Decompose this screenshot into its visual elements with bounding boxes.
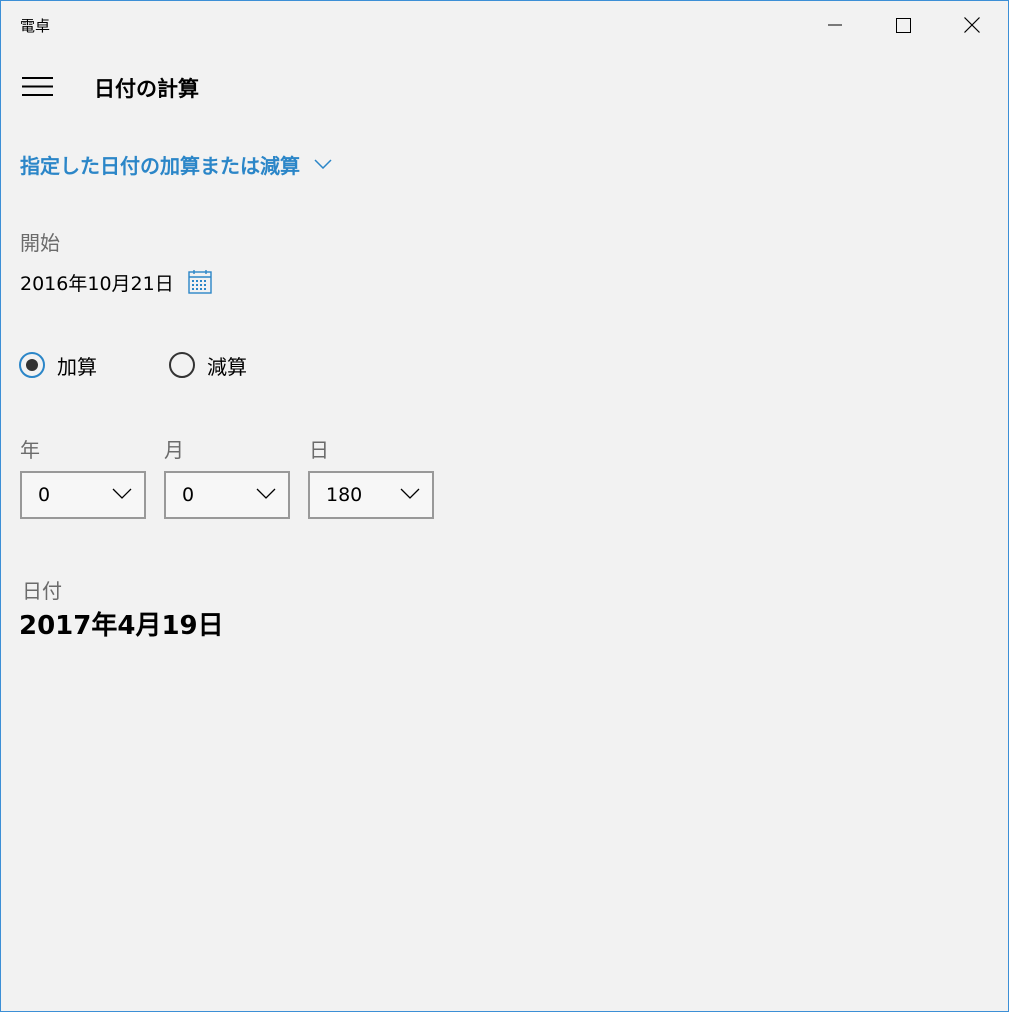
title-bar: 電卓 (1, 1, 1008, 49)
calculator-window: 電卓 日付の計算 指定した日付の加算または減算 開始 2016年10月21日 加… (0, 0, 1009, 1012)
result-label: 日付 (22, 579, 62, 603)
months-label: 月 (164, 438, 184, 462)
chevron-down-icon (314, 159, 332, 169)
page-title: 日付の計算 (94, 77, 199, 101)
calendar-button[interactable] (186, 268, 214, 296)
mode-label: 指定した日付の加算または減算 (20, 153, 300, 178)
start-date-value: 2016年10月21日 (20, 272, 174, 295)
calculation-mode-dropdown[interactable]: 指定した日付の加算または減算 (20, 147, 332, 181)
maximize-button[interactable] (869, 1, 937, 49)
days-value: 180 (326, 484, 363, 506)
days-combobox[interactable]: 180 (308, 471, 434, 519)
add-radio[interactable]: 加算 (19, 348, 97, 382)
result-date-value: 2017年4月19日 (19, 611, 224, 641)
years-label: 年 (20, 438, 40, 462)
chevron-down-icon (400, 488, 420, 499)
months-combobox[interactable]: 0 (164, 471, 290, 519)
start-label: 開始 (20, 231, 60, 255)
subtract-radio[interactable]: 減算 (169, 348, 247, 382)
radio-checked-icon (19, 352, 45, 378)
close-button[interactable] (938, 1, 1006, 49)
close-icon (964, 17, 980, 33)
start-date-picker[interactable]: 2016年10月21日 (20, 265, 214, 299)
add-radio-label: 加算 (57, 354, 97, 379)
chevron-down-icon (112, 488, 132, 499)
subtract-radio-label: 減算 (207, 354, 247, 379)
months-value: 0 (182, 484, 195, 506)
minimize-button[interactable] (801, 1, 869, 49)
navigation-menu-button[interactable] (11, 67, 63, 107)
days-label: 日 (309, 438, 329, 462)
maximize-icon (895, 17, 911, 33)
radio-unchecked-icon (169, 352, 195, 378)
years-combobox[interactable]: 0 (20, 471, 146, 519)
years-value: 0 (38, 484, 51, 506)
calendar-icon (188, 270, 212, 294)
minimize-icon (828, 24, 842, 26)
chevron-down-icon (256, 488, 276, 499)
hamburger-menu-icon (21, 77, 53, 96)
app-title: 電卓 (20, 17, 51, 35)
